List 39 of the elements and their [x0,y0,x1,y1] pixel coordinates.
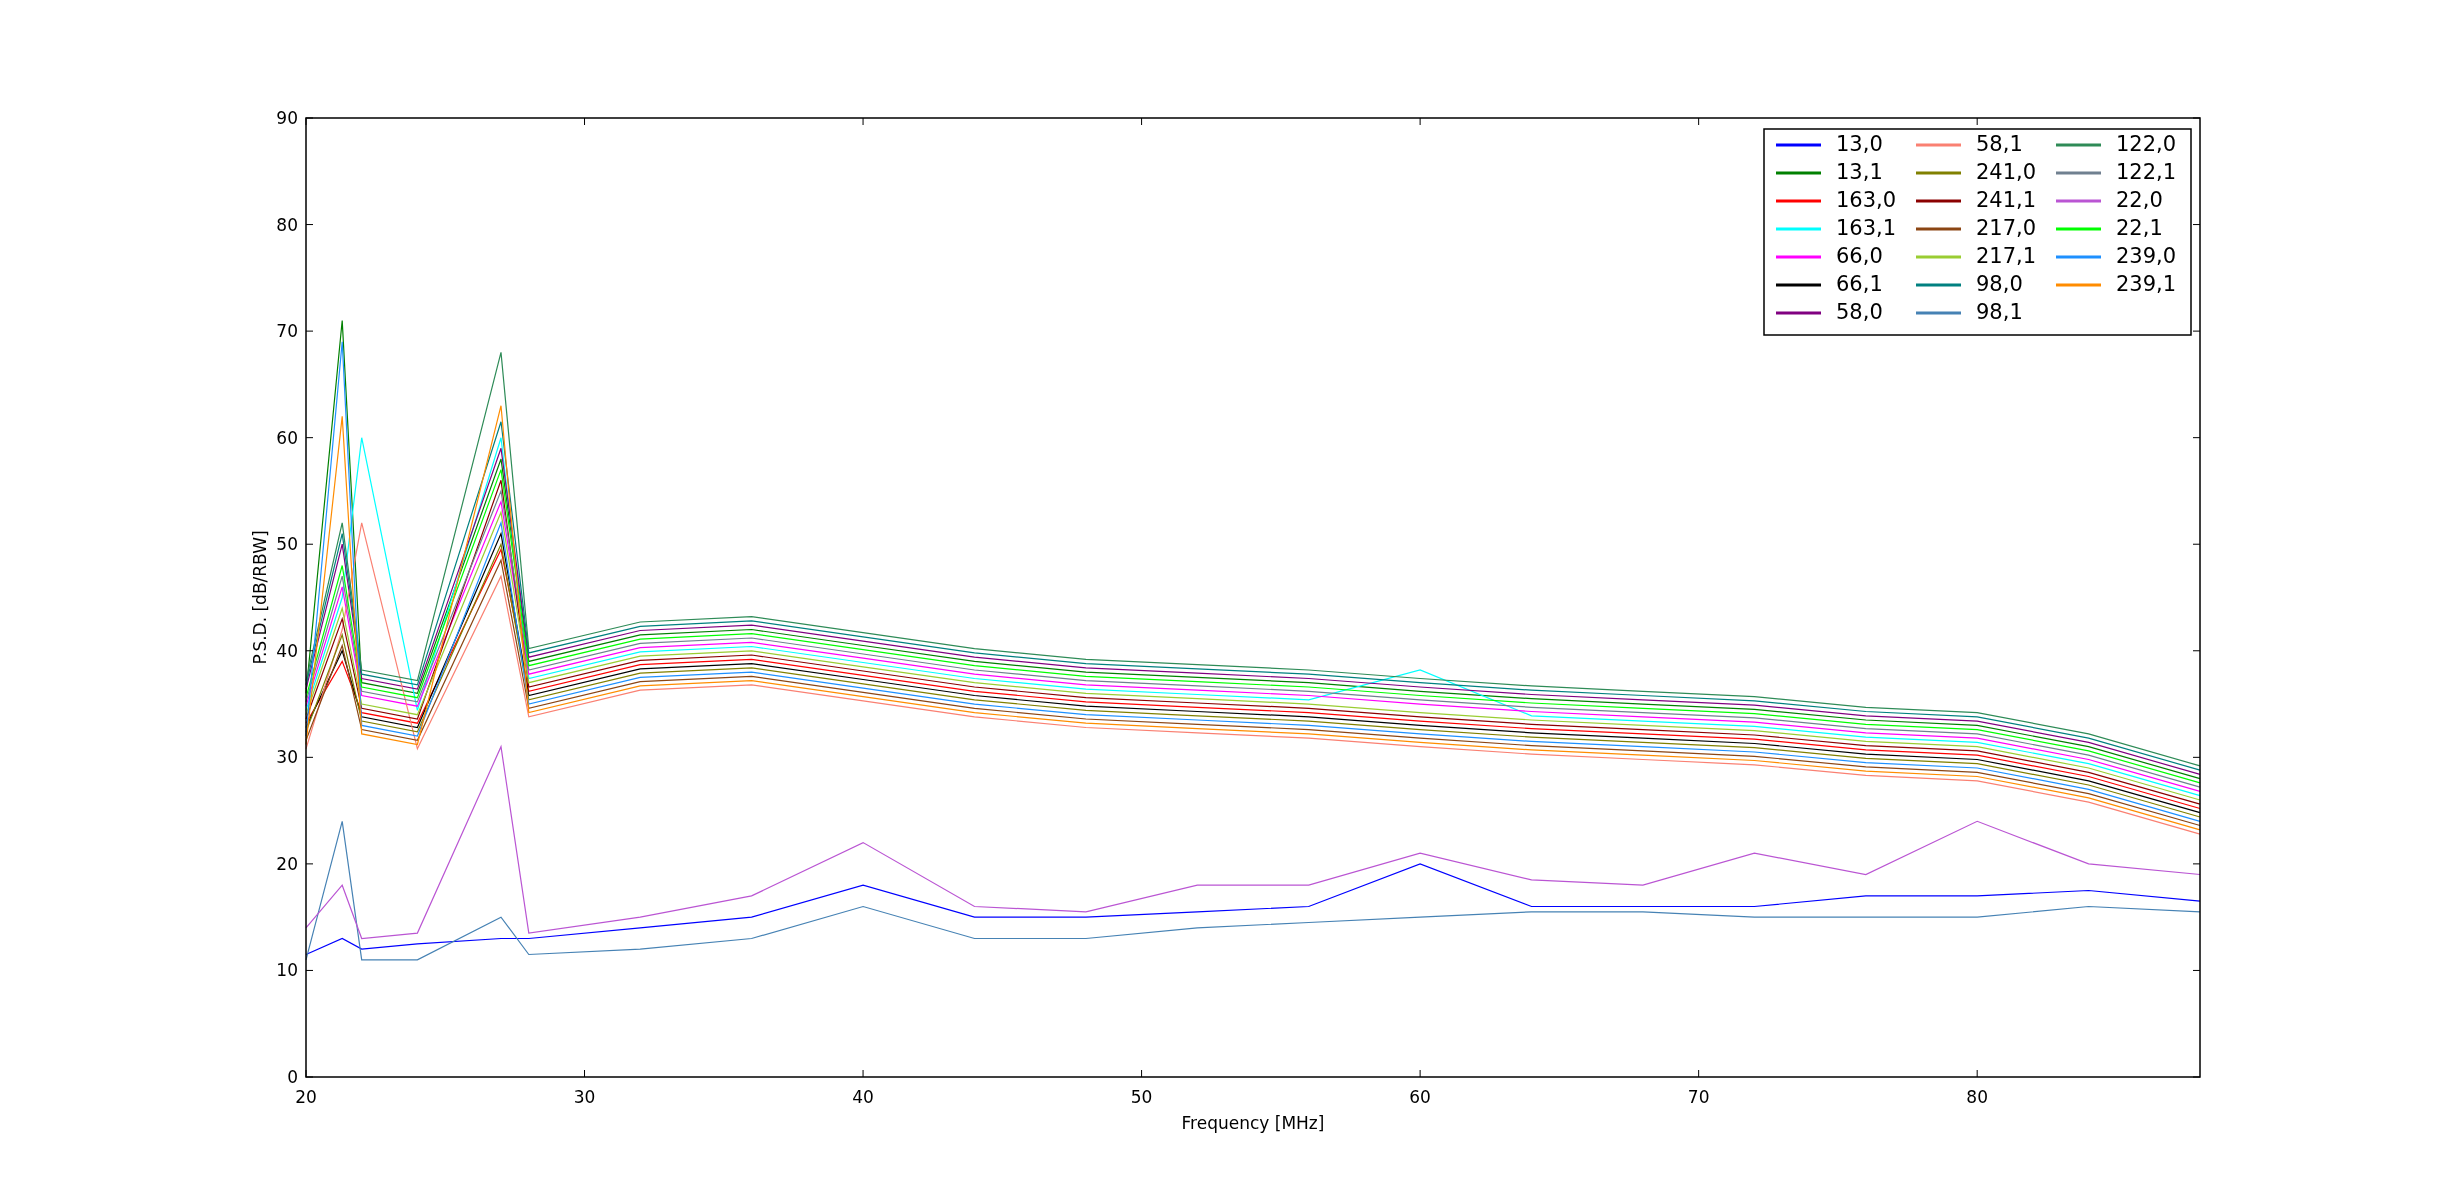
x-tick-label: 40 [852,1087,874,1107]
y-tick-label: 90 [276,108,298,128]
x-tick-label: 50 [1130,1087,1153,1107]
y-tick-label: 10 [276,960,298,981]
x-tick-label: 30 [573,1087,596,1107]
y-tick-label: 50 [276,534,298,555]
legend-label: 22,0 [2116,188,2163,212]
legend-label: 22,1 [2116,216,2163,240]
y-tick-label: 0 [287,1067,298,1087]
y-tick-label: 40 [276,640,298,661]
y-tick-label: 20 [276,853,298,874]
y-tick-label: 70 [276,321,298,342]
legend-label: 13,0 [1836,132,1883,156]
legend-label: 98,0 [1976,272,2023,296]
legend-label: 98,1 [1976,300,2023,324]
legend-label: 122,1 [2116,160,2177,184]
legend-label: 58,0 [1836,300,1883,324]
x-tick-label: 20 [295,1087,317,1107]
legend-label: 239,0 [2116,244,2177,268]
y-tick-label: 80 [276,214,298,235]
legend-label: 217,0 [1976,216,2037,240]
y-tick-label: 30 [276,747,298,768]
legend-label: 122,0 [2116,132,2177,156]
legend-label: 58,1 [1976,132,2023,156]
legend-label: 217,1 [1976,244,2037,268]
legend-label: 241,1 [1976,188,2037,212]
legend-label: 163,1 [1836,216,1897,240]
x-tick-label: 60 [1409,1087,1431,1107]
x-axis-label: Frequency [MHz] [1181,1113,1325,1133]
y-axis-label: P.S.D. [dB/RBW] [250,530,270,665]
legend-label: 163,0 [1836,188,1897,212]
legend-label: 66,0 [1836,244,1883,268]
legend-label: 13,1 [1836,160,1883,184]
y-tick-label: 60 [276,427,298,448]
x-tick-label: 80 [1966,1087,1988,1107]
legend-label: 241,0 [1976,160,2037,184]
legend-label: 66,1 [1836,272,1883,296]
x-tick-label: 70 [1687,1087,1710,1107]
legend-label: 239,1 [2116,272,2177,296]
